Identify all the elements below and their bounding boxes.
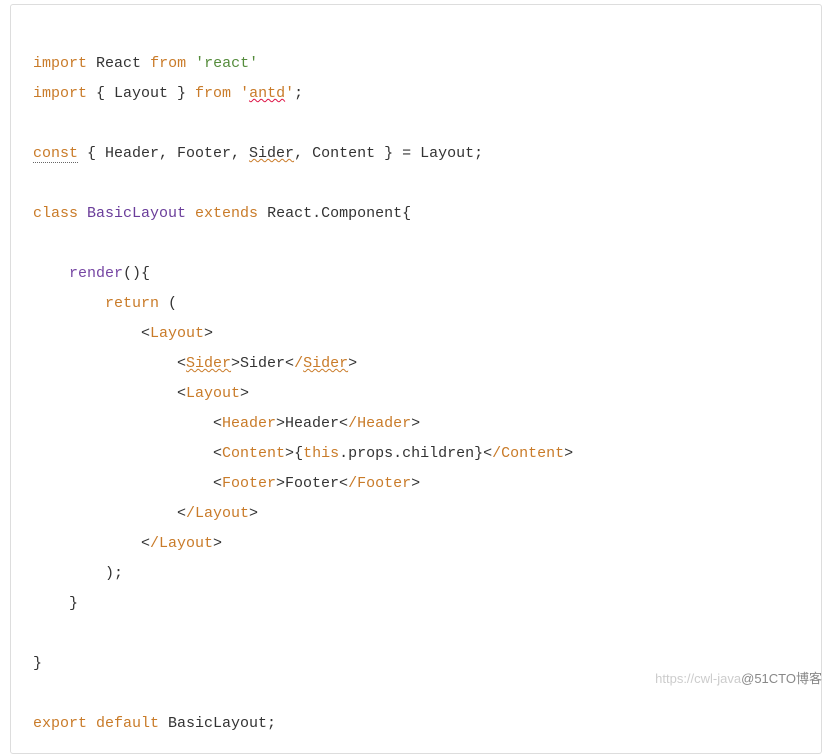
code-line: import { Layout } from 'antd'; <box>33 85 303 102</box>
code-line: ); <box>33 565 123 582</box>
code-line: class BasicLayout extends React.Componen… <box>33 205 411 222</box>
code-line: <Sider>Sider</Sider> <box>33 355 357 372</box>
code-line: import React from 'react' <box>33 55 258 72</box>
code-line: render(){ <box>33 265 150 282</box>
code-line: <Footer>Footer</Footer> <box>33 475 420 492</box>
code-line: } <box>33 595 78 612</box>
code-line: return ( <box>33 295 177 312</box>
code-line: </Layout> <box>33 505 258 522</box>
code-line: export default BasicLayout; <box>33 715 276 732</box>
code-line: </Layout> <box>33 535 222 552</box>
code-line: <Content>{this.props.children}</Content> <box>33 445 573 462</box>
code-line: <Header>Header</Header> <box>33 415 420 432</box>
code-line: } <box>33 655 42 672</box>
code-line: <Layout> <box>33 385 249 402</box>
code-line: <Layout> <box>33 325 213 342</box>
code-block: import React from 'react' import { Layou… <box>10 4 822 754</box>
code-line: const { Header, Footer, Sider, Content }… <box>33 145 483 163</box>
